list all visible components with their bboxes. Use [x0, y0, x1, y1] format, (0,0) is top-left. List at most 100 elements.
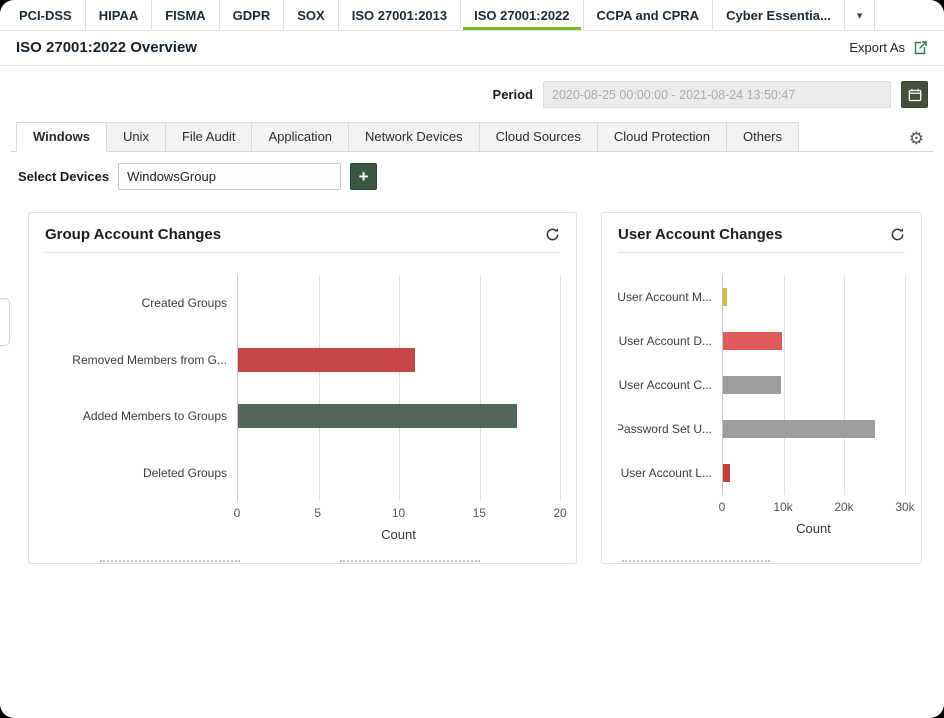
- export-icon: [912, 40, 928, 56]
- bar-user-account-d[interactable]: [723, 332, 782, 350]
- placeholder-line: [622, 560, 770, 562]
- bar-row: [238, 332, 560, 389]
- x-tick-0: 0: [719, 500, 726, 514]
- placeholder-line: [340, 560, 480, 562]
- device-tab-strip: WindowsUnixFile AuditApplicationNetwork …: [16, 122, 901, 152]
- y-axis-labels: User Account M...User Account D...User A…: [618, 275, 722, 495]
- settings-gear-icon[interactable]: ⚙: [909, 130, 924, 147]
- device-tab-others[interactable]: Others: [727, 122, 799, 152]
- refresh-icon[interactable]: [890, 227, 905, 242]
- calendar-icon: [908, 88, 922, 102]
- bar-row: [238, 445, 560, 502]
- bar-user-account-m[interactable]: [723, 288, 727, 306]
- device-tab-unix[interactable]: Unix: [107, 122, 166, 152]
- period-input[interactable]: [543, 81, 891, 108]
- period-row: Period: [0, 66, 944, 118]
- x-tick-15: 15: [473, 506, 486, 520]
- x-tick-5: 5: [314, 506, 321, 520]
- category-label-password-set-u: Password Set U...: [618, 407, 722, 451]
- group-account-changes-card: Group Account Changes Created GroupsRemo…: [28, 212, 577, 564]
- card-header: User Account Changes: [618, 213, 905, 253]
- compliance-tab-bar: PCI-DSSHIPAAFISMAGDPRSOXISO 27001:2013IS…: [0, 0, 944, 31]
- x-axis-title-row: Count: [618, 521, 905, 536]
- page-title: ISO 27001:2022 Overview: [16, 39, 197, 56]
- x-tick-0: 0: [234, 506, 241, 520]
- bar-user-account-l[interactable]: [723, 464, 730, 482]
- plot-area: [722, 275, 905, 495]
- chart-title: User Account Changes: [618, 226, 782, 243]
- bar-row: [238, 275, 560, 332]
- chart-title: Group Account Changes: [45, 226, 221, 243]
- gridline: [560, 275, 561, 501]
- bar-rows: [723, 275, 905, 495]
- device-tab-file-audit[interactable]: File Audit: [166, 122, 252, 152]
- x-tick-30k: 30k: [895, 500, 914, 514]
- bar-password-set-u[interactable]: [723, 420, 875, 438]
- export-as-button[interactable]: Export As: [849, 40, 928, 56]
- add-device-button[interactable]: +: [350, 163, 377, 190]
- x-tick-labels: 010k20k30k: [722, 495, 905, 515]
- top-tab-ccpa-and-cpra[interactable]: CCPA and CPRA: [584, 0, 714, 30]
- top-tab-hipaa[interactable]: HIPAA: [86, 0, 152, 30]
- x-axis-title-row: Count: [45, 527, 560, 542]
- top-tab-sox[interactable]: SOX: [284, 0, 338, 30]
- y-axis-labels: Created GroupsRemoved Members from G...A…: [45, 275, 237, 501]
- bar-row: [723, 319, 905, 363]
- top-tab-iso-27001-2022[interactable]: ISO 27001:2022: [461, 0, 583, 30]
- x-axis: 010k20k30k: [618, 495, 905, 515]
- bar-chart: User Account M...User Account D...User A…: [618, 275, 905, 495]
- x-axis-title: Count: [237, 527, 560, 542]
- select-devices-input[interactable]: [118, 163, 341, 190]
- bar-row: [723, 451, 905, 495]
- device-tab-cloud-sources[interactable]: Cloud Sources: [480, 122, 598, 152]
- category-label-user-account-d: User Account D...: [618, 319, 722, 363]
- category-label-added-members-to-groups: Added Members to Groups: [45, 388, 237, 445]
- calendar-button[interactable]: [901, 81, 928, 108]
- top-tab-cyber-essentia[interactable]: Cyber Essentia...: [713, 0, 845, 30]
- export-as-label: Export As: [849, 40, 905, 55]
- x-tick-10: 10: [392, 506, 405, 520]
- category-label-created-groups: Created Groups: [45, 275, 237, 332]
- bar-user-account-c[interactable]: [723, 376, 781, 394]
- device-tab-cloud-protection[interactable]: Cloud Protection: [598, 122, 727, 152]
- charts-area: Group Account Changes Created GroupsRemo…: [0, 212, 944, 564]
- top-tab-iso-27001-2013[interactable]: ISO 27001:2013: [339, 0, 461, 30]
- device-tabs-row: WindowsUnixFile AuditApplicationNetwork …: [10, 122, 934, 152]
- device-tab-application[interactable]: Application: [252, 122, 349, 152]
- x-tick-20k: 20k: [834, 500, 853, 514]
- x-tick-labels: 05101520: [237, 501, 560, 521]
- card-header: Group Account Changes: [45, 213, 560, 253]
- x-tick-10k: 10k: [773, 500, 792, 514]
- period-label: Period: [493, 87, 533, 102]
- plot-area: [237, 275, 560, 501]
- bar-row: [723, 363, 905, 407]
- bar-row: [723, 407, 905, 451]
- top-tab-pci-dss[interactable]: PCI-DSS: [6, 0, 86, 30]
- app-window: PCI-DSSHIPAAFISMAGDPRSOXISO 27001:2013IS…: [0, 0, 944, 718]
- bar-row: [238, 388, 560, 445]
- category-label-user-account-l: User Account L...: [618, 451, 722, 495]
- device-tab-network-devices[interactable]: Network Devices: [349, 122, 480, 152]
- x-axis-title: Count: [722, 521, 905, 536]
- top-tab-gdpr[interactable]: GDPR: [220, 0, 285, 30]
- category-label-removed-members-from-g: Removed Members from G...: [45, 332, 237, 389]
- bar-rows: [238, 275, 560, 501]
- category-label-user-account-c: User Account C...: [618, 363, 722, 407]
- bar-chart: Created GroupsRemoved Members from G...A…: [45, 275, 560, 501]
- more-tabs-caret[interactable]: ▾: [845, 0, 876, 30]
- user-account-changes-card: User Account Changes User Account M...Us…: [601, 212, 922, 564]
- refresh-icon[interactable]: [545, 227, 560, 242]
- x-tick-20: 20: [553, 506, 566, 520]
- bar-row: [723, 275, 905, 319]
- select-devices-row: Select Devices +: [18, 163, 926, 190]
- select-devices-label: Select Devices: [18, 169, 109, 184]
- bar-removed-members-from-g[interactable]: [238, 348, 415, 372]
- top-tab-fisma[interactable]: FISMA: [152, 0, 219, 30]
- x-axis: 05101520: [45, 501, 560, 521]
- device-tab-windows[interactable]: Windows: [16, 122, 107, 152]
- category-label-deleted-groups: Deleted Groups: [45, 445, 237, 502]
- category-label-user-account-m: User Account M...: [618, 275, 722, 319]
- side-panel-handle[interactable]: [0, 298, 10, 346]
- bar-added-members-to-groups[interactable]: [238, 404, 517, 428]
- page-header: ISO 27001:2022 Overview Export As: [0, 31, 944, 66]
